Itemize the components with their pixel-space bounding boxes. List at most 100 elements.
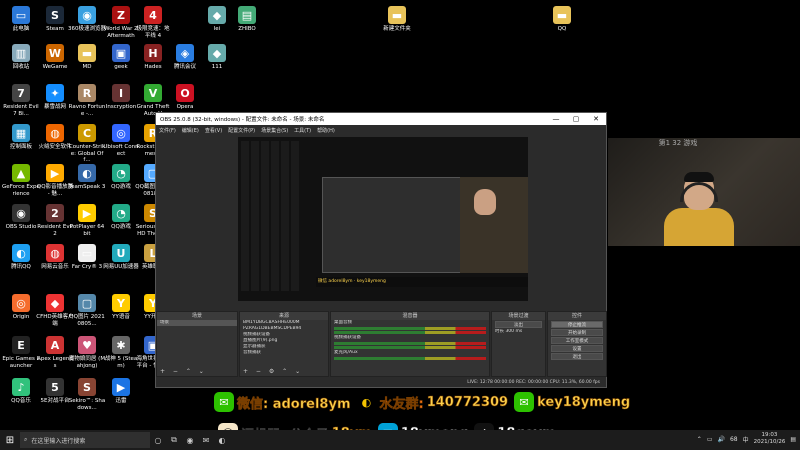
duration-input[interactable]: 300 ms (505, 329, 522, 334)
cortana-icon[interactable]: ○ (150, 436, 166, 445)
qq-taskbar-icon[interactable]: ◐ (214, 436, 230, 445)
shortcut-icon: ▤ (238, 6, 256, 24)
scene-item[interactable]: 场景 (157, 320, 237, 326)
desktop-shortcut[interactable]: ◍ 网易云音乐 (38, 244, 72, 271)
exit-button[interactable]: 退出 (551, 353, 603, 360)
desktop-shortcut[interactable]: I Inscryption (104, 84, 138, 111)
desktop-shortcut[interactable]: ▭ 此电脑 (4, 6, 38, 33)
desktop: ▭ 此电脑 S Steam ◉ 360极速浏览器 Z World War Z Aftermat… (0, 0, 800, 450)
obs-titlebar[interactable]: OBS 25.0.8 (32-bit, windows) - 配置文件: 未命名… (156, 113, 606, 125)
minimize-button[interactable]: — (546, 115, 566, 123)
network-icon[interactable]: ▭ (707, 436, 713, 443)
desktop-shortcut[interactable]: ♪ QQ音乐 (4, 378, 38, 405)
desktop-shortcut[interactable]: 7 Resident Evil 7 Bi... (3, 84, 39, 117)
desktop-shortcut[interactable]: ◐ 腾讯QQ (4, 244, 38, 271)
menu-scene-collection[interactable]: 场景集合(S) (261, 127, 288, 134)
desktop-shortcut[interactable]: U 网易UU加速器 (103, 244, 139, 271)
maximize-button[interactable]: ▢ (566, 115, 586, 123)
desktop-shortcut[interactable]: W WeGame (38, 44, 72, 71)
shortcut-label: 极限竞速：地平线 4 (136, 26, 170, 39)
volume-slider[interactable] (334, 346, 486, 349)
desktop-shortcut[interactable]: ▥ 回收站 (4, 44, 38, 71)
streamer-hair (684, 172, 714, 182)
source-item[interactable]: 音频捕获 (240, 350, 328, 356)
desktop-shortcut[interactable]: ▬ QQ (545, 6, 579, 33)
taskbar-search[interactable]: ⌕ 在这里输入进行搜索 (20, 432, 150, 448)
menu-help[interactable]: 帮助(H) (317, 127, 335, 134)
volume-level: 68 (729, 435, 738, 443)
desktop-shortcut[interactable]: ▶ QQ影音播放器 - 魅... (37, 164, 73, 197)
menu-tools[interactable]: 工具(T) (294, 127, 311, 134)
desktop-shortcut[interactable]: S Steam (38, 6, 72, 33)
desktop-shortcut[interactable]: ◎ Ubisoft Connect (103, 124, 139, 157)
desktop-shortcut[interactable]: Z World War Z Aftermath (104, 6, 138, 39)
notification-icon[interactable]: ▤ (790, 436, 796, 443)
desktop-shortcut[interactable]: ◔ QQ游戏 (104, 164, 138, 191)
menu-profile[interactable]: 配置文件(P) (228, 127, 255, 134)
desktop-shortcut[interactable]: ▦ 控制面板 (4, 124, 38, 151)
desktop-shortcut[interactable]: O Opera (168, 84, 202, 111)
shortcut-icon: ◎ (112, 124, 130, 142)
desktop-shortcut[interactable]: H Hades (136, 44, 170, 71)
desktop-shortcut[interactable]: ◔ QQ游戏 (104, 204, 138, 231)
shortcut-icon: 2 (46, 204, 64, 222)
desktop-shortcut[interactable]: R Ravno Fortune -... (69, 84, 105, 117)
shortcut-label: 回收站 (12, 64, 30, 70)
desktop-shortcut[interactable]: ◍ 火绒安全软件 (38, 124, 72, 151)
desktop-shortcut[interactable]: ✱ 战神 5 (Steam) (104, 336, 138, 369)
desktop-shortcut[interactable]: 4 极限竞速：地平线 4 (136, 6, 170, 39)
desktop-shortcut[interactable]: A Apex Legends (37, 336, 73, 369)
input-language[interactable]: 中 (743, 435, 749, 444)
desktop-shortcut[interactable]: ◈ 腾讯会议 (168, 44, 202, 71)
task-view-icon[interactable]: ⧉ (166, 435, 182, 445)
desktop-shortcut[interactable]: 2 Resident Evil 2 (37, 204, 73, 237)
obs-preview[interactable]: 微信 adorel8ym · key18ymeng (238, 137, 528, 301)
desktop-shortcut[interactable]: 5 5E对战平台 (38, 378, 72, 405)
desktop-shortcut[interactable]: ▲ GeForce Experience (2, 164, 40, 197)
desktop-shortcut[interactable]: ▬ 新建文件夹 (380, 6, 414, 33)
start-recording-button[interactable]: 开始录制 (551, 329, 603, 336)
volume-slider[interactable] (334, 331, 486, 334)
menu-edit[interactable]: 编辑(E) (182, 127, 199, 134)
desktop-shortcut[interactable]: ▶ PotPlayer 64 bit (70, 204, 104, 237)
shortcut-label: 360极速浏览器 (68, 26, 106, 32)
scenes-toolbar[interactable]: + − ⌃ ⌄ (160, 368, 207, 375)
desktop-shortcut[interactable]: ▢ QQ图片 20210805... (69, 294, 105, 327)
desktop-shortcut[interactable]: ◆ 111 (200, 44, 234, 71)
shortcut-icon: ▦ (12, 124, 30, 142)
stop-streaming-button[interactable]: 停止推流 (551, 321, 603, 328)
desktop-shortcut[interactable]: C Counter-Strike: Global Off... (69, 124, 105, 164)
desktop-shortcut[interactable]: ◆ CFHD英雄客户端 (36, 294, 74, 327)
obs-taskbar-icon[interactable]: ◉ (182, 436, 198, 445)
studio-mode-button[interactable]: 工作室模式 (551, 337, 603, 344)
volume-icon[interactable]: 🔊 (717, 436, 724, 443)
transition-select[interactable]: 淡出 (495, 321, 542, 328)
shortcut-icon: ◆ (208, 44, 226, 62)
desktop-shortcut[interactable]: ◐ TeamSpeak 3 (69, 164, 105, 191)
windows-start-icon[interactable]: ⊞ (0, 435, 20, 446)
desktop-shortcut[interactable]: ▤ ZHIBO (230, 6, 264, 33)
desktop-shortcut[interactable]: E Epic Games Launcher (2, 336, 40, 369)
wechat-taskbar-icon[interactable]: ✉ (198, 436, 214, 445)
desktop-shortcut[interactable]: ▣ geek (104, 44, 138, 71)
menu-view[interactable]: 查看(V) (205, 127, 222, 134)
tray-chevron-icon[interactable]: ⌃ (697, 436, 702, 443)
menu-file[interactable]: 文件(F) (159, 127, 176, 134)
clock-date: 2021/10/26 (753, 439, 786, 445)
desktop-shortcut[interactable]: ◎ Origin (4, 294, 38, 321)
sources-toolbar[interactable]: + − ⚙ ⌃ ⌄ (243, 368, 303, 375)
desktop-shortcut[interactable]: Y YY语音 (104, 294, 138, 321)
desktop-shortcut[interactable]: ✦ 暴雪战网 (38, 84, 72, 111)
desktop-shortcut[interactable]: ▶ 迅雷 (104, 378, 138, 405)
settings-button[interactable]: 设置 (551, 345, 603, 352)
desktop-shortcut[interactable]: ◉ OBS Studio (4, 204, 38, 231)
close-button[interactable]: ✕ (586, 115, 606, 123)
desktop-shortcut[interactable]: ◉ 360极速浏览器 (68, 6, 106, 33)
desktop-shortcut[interactable]: ▬ MD (70, 44, 104, 71)
clock[interactable]: 19:03 2021/10/26 (754, 432, 786, 446)
desktop-shortcut[interactable]: S Sekiro™: Shadows... (69, 378, 105, 411)
desktop-shortcut[interactable]: ♥ 魔物娘同居 (Mahjong) (69, 336, 105, 369)
obs-window[interactable]: OBS 25.0.8 (32-bit, windows) - 配置文件: 未命名… (155, 112, 607, 388)
contact-banner-top: ✉ 微信: adorel8ym ◐ 水友群: 140772309 ✉ key18… (214, 388, 634, 416)
desktop-shortcut[interactable]: ▭ Far Cry® 3 (70, 244, 104, 271)
